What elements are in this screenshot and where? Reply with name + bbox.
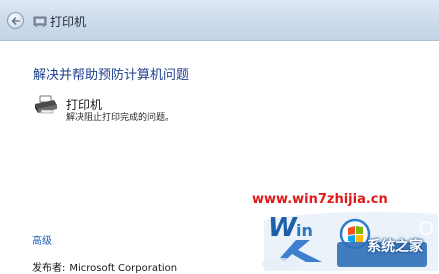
title-bar: 打印机	[0, 0, 439, 41]
back-button[interactable]	[7, 12, 24, 29]
back-arrow-icon	[11, 17, 20, 25]
troubleshoot-icon	[33, 16, 47, 27]
publisher-line: 发布者: Microsoft Corporation	[32, 259, 181, 274]
svg-text:in: in	[296, 221, 313, 240]
svg-text:W: W	[268, 213, 298, 243]
window-title: 打印机	[50, 15, 87, 29]
watermark-site-name: 系统之家	[367, 239, 423, 255]
item-description: 解决阻止打印完成的问题。	[66, 113, 175, 123]
publisher-label: 发布者:	[32, 263, 66, 274]
publisher-value: Microsoft Corporation	[69, 263, 178, 274]
advanced-link[interactable]: 高级	[32, 232, 52, 247]
watermark-url: www.win7zhijia.cn	[252, 192, 388, 207]
page-heading: 解决并帮助预防计算机问题	[33, 68, 190, 83]
printer-icon	[35, 95, 57, 114]
